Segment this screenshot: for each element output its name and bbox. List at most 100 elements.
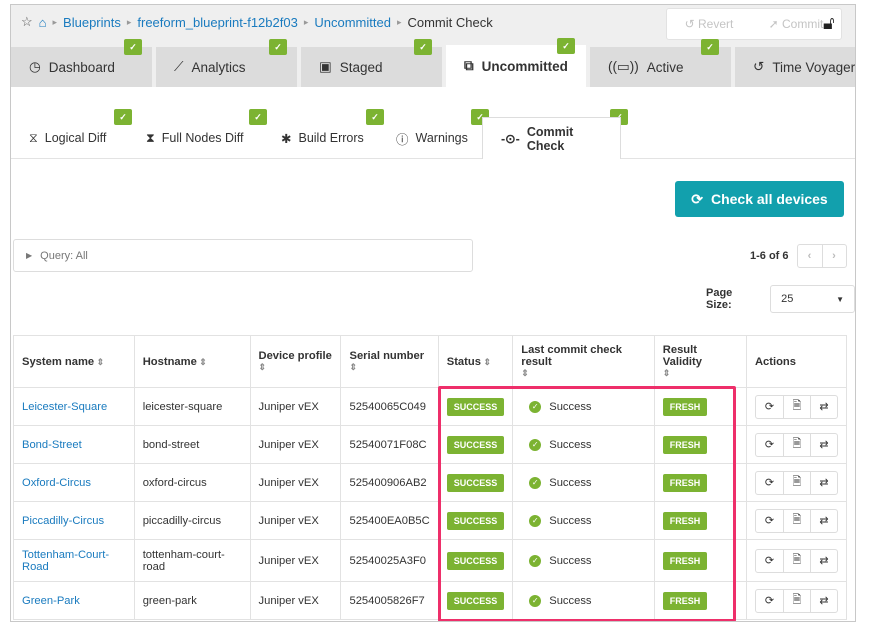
check-circle-icon: ✓: [529, 400, 542, 413]
result-text: Success: [549, 594, 592, 607]
refresh-button[interactable]: ⟳: [756, 434, 783, 456]
column-header[interactable]: Serial number ⇕: [340, 335, 439, 388]
compare-button[interactable]: ⇄: [809, 433, 837, 456]
system-name-link[interactable]: Green-Park: [22, 595, 80, 607]
subtab-label: Logical Diff: [44, 131, 107, 145]
column-header[interactable]: Device profile ⇕: [249, 335, 342, 388]
staged-icon: ▣: [319, 59, 332, 74]
column-header[interactable]: Status ⇕: [437, 335, 514, 388]
subtab-commit-check[interactable]: -⊙- Commit Check: [482, 117, 621, 159]
column-header-label: Last commit check result: [521, 344, 622, 368]
compare-button[interactable]: ⇄: [809, 395, 837, 418]
subtab-build-errors[interactable]: ✱ Build Errors: [281, 117, 364, 159]
unlock-icon[interactable]: 🔓︎: [823, 13, 835, 34]
check-circle-icon: ✓: [529, 554, 542, 567]
column-header-label: Result Validity: [662, 344, 702, 368]
result-text: Success: [549, 400, 592, 413]
page-size-value: 25: [781, 293, 794, 305]
check-badge-icon: [414, 39, 432, 55]
breadcrumb-blueprints[interactable]: Blueprints: [63, 15, 121, 30]
hostname-cell: piccadilly-circus: [133, 501, 251, 540]
system-name-link[interactable]: Leicester-Square: [22, 401, 107, 413]
check-badge-icon: [249, 109, 267, 125]
check-all-devices-button[interactable]: ⟳ Check all devices: [675, 181, 844, 217]
subtab-warnings[interactable]: ⓘ Warnings: [396, 117, 468, 159]
breadcrumb: ☆ ⌂ ▸ Blueprints ▸ freeform_blueprint-f1…: [21, 14, 493, 30]
sort-icon[interactable]: ⇕: [94, 357, 105, 367]
active-icon: ((▭)): [608, 59, 639, 74]
prev-page-button[interactable]: ‹: [798, 245, 822, 267]
time-voyager-icon: ↺: [753, 59, 765, 74]
commit-button[interactable]: ➚ Commit: [769, 17, 824, 31]
document-button[interactable]: 🗎︎: [782, 433, 810, 456]
system-name-cell: Bond-Street: [13, 425, 135, 464]
refresh-button[interactable]: ⟳: [756, 590, 783, 612]
result-text: Success: [549, 438, 592, 451]
next-page-button[interactable]: ›: [821, 245, 846, 267]
validity-cell: FRESH: [653, 387, 747, 426]
breadcrumb-uncommitted[interactable]: Uncommitted: [314, 15, 391, 30]
sort-icon[interactable]: ⇕: [521, 368, 646, 379]
system-name-link[interactable]: Bond-Street: [22, 439, 82, 451]
document-button[interactable]: 🗎︎: [782, 395, 810, 418]
dashboard-icon: ◷: [29, 59, 41, 74]
home-icon[interactable]: ⌂: [39, 15, 47, 30]
subtab-logical-diff[interactable]: ⧖ Logical Diff: [29, 117, 106, 159]
document-button[interactable]: 🗎︎: [782, 589, 810, 612]
check-badge-icon: [269, 39, 287, 55]
commit-check-icon: -⊙-: [501, 132, 520, 146]
compare-button[interactable]: ⇄: [809, 471, 837, 494]
document-button[interactable]: 🗎︎: [782, 549, 810, 572]
caret-right-icon: ▶: [26, 251, 33, 260]
refresh-button[interactable]: ⟳: [756, 550, 783, 572]
validity-cell: FRESH: [653, 425, 747, 464]
query-filter[interactable]: ▶ Query: All: [13, 239, 473, 272]
compare-button[interactable]: ⇄: [809, 589, 837, 612]
compare-button[interactable]: ⇄: [809, 509, 837, 532]
device-profile-cell: Juniper vEX: [249, 581, 342, 620]
sort-icon[interactable]: ⇕: [481, 357, 491, 367]
revert-button[interactable]: ↺ Revert: [685, 17, 734, 31]
subtab-full-nodes-diff[interactable]: ⧗ Full Nodes Diff: [146, 117, 244, 159]
serial-number-cell: 525400906AB2: [340, 463, 439, 502]
sort-icon[interactable]: ⇕: [663, 368, 738, 379]
page-size-select[interactable]: 25 ▼: [770, 285, 855, 313]
compare-button[interactable]: ⇄: [809, 549, 837, 572]
breadcrumb-blueprint[interactable]: freeform_blueprint-f12b2f03: [137, 15, 297, 30]
commit-result-cell: ✓ Success: [512, 581, 655, 620]
actions-cell: ⟳ 🗎︎ ⇄: [745, 387, 848, 426]
system-name-link[interactable]: Oxford-Circus: [22, 477, 91, 489]
validity-badge: FRESH: [662, 551, 708, 570]
caret-down-icon: ▼: [836, 294, 844, 304]
refresh-button[interactable]: ⟳: [756, 472, 783, 494]
system-name-link[interactable]: Tottenham-Court-Road: [22, 549, 109, 573]
device-profile-cell: Juniper vEX: [249, 501, 342, 540]
refresh-button[interactable]: ⟳: [756, 396, 783, 418]
column-header-label: System name: [22, 355, 95, 368]
subtab-label: Build Errors: [298, 131, 364, 145]
document-button[interactable]: 🗎︎: [782, 471, 810, 494]
check-all-label: Check all devices: [710, 191, 828, 207]
status-badge: SUCCESS: [446, 511, 505, 530]
star-icon[interactable]: ☆: [21, 14, 33, 30]
system-name-link[interactable]: Piccadilly-Circus: [22, 515, 104, 527]
sort-icon[interactable]: ⇕: [197, 357, 207, 367]
sort-icon[interactable]: ⇕: [349, 362, 429, 373]
check-badge-icon: [114, 109, 132, 125]
actions-cell: ⟳ 🗎︎ ⇄: [745, 463, 848, 502]
device-profile-cell: Juniper vEX: [249, 463, 342, 502]
check-circle-icon: ✓: [529, 476, 542, 489]
document-button[interactable]: 🗎︎: [782, 509, 810, 532]
result-text: Success: [549, 476, 592, 489]
column-header[interactable]: System name ⇕: [13, 335, 135, 388]
subtab-label: Warnings: [415, 131, 468, 145]
column-header[interactable]: Result Validity ⇕: [653, 335, 747, 388]
tab-time-voyager[interactable]: ↺ Time Voyager: [735, 47, 855, 87]
serial-number-cell: 5254005826F7: [340, 581, 439, 620]
sort-icon[interactable]: ⇕: [259, 362, 333, 373]
commit-result-cell: ✓ Success: [512, 425, 655, 464]
column-header[interactable]: Hostname ⇕: [133, 335, 251, 388]
refresh-button[interactable]: ⟳: [756, 510, 783, 532]
column-header[interactable]: Last commit check result ⇕: [512, 335, 655, 388]
validity-cell: FRESH: [653, 539, 747, 582]
